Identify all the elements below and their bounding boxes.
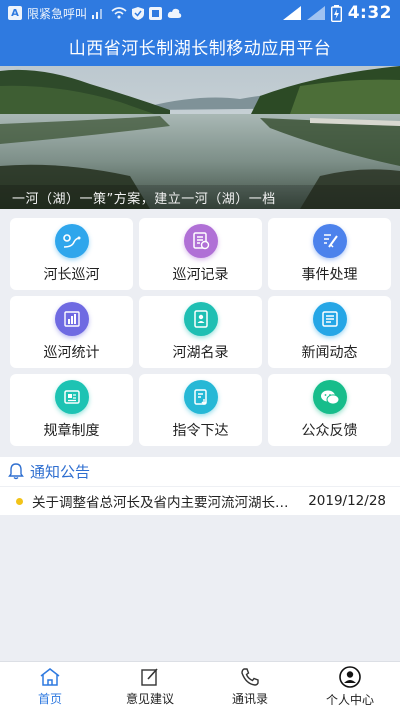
menu-river-patrol[interactable]: 河长巡河 (10, 218, 133, 290)
nav-label: 首页 (37, 691, 62, 706)
signal-strength-icon-2 (306, 6, 325, 20)
menu-label: 规章制度 (43, 423, 100, 439)
bar-chart-icon (54, 302, 89, 336)
nav-home[interactable]: 首页 (0, 662, 100, 711)
menu-event-handling[interactable]: 事件处理 (268, 218, 391, 290)
instruction-icon (183, 380, 218, 414)
notice-header: 通知公告 (0, 457, 400, 487)
notice-text: 关于调整省总河长及省内主要河流河湖长的通知 (32, 495, 294, 511)
notice-dot (16, 497, 23, 505)
menu-instruction-issuance[interactable]: 指令下达 (139, 374, 262, 446)
directory-icon (183, 302, 218, 336)
menu-public-feedback[interactable]: 公众反馈 (268, 374, 391, 446)
menu-label: 事件处理 (301, 267, 358, 283)
clock: 4:32 (347, 3, 392, 23)
news-icon (312, 302, 347, 336)
nav-contacts[interactable]: 通讯录 (200, 662, 300, 711)
phone-icon (241, 667, 259, 686)
notice-item[interactable]: 关于调整省总河长及省内主要河流河湖长的通知 2019/12/28 (0, 487, 400, 515)
menu-label: 河湖名录 (172, 345, 229, 361)
notice-title: 通知公告 (30, 463, 91, 481)
nav-label: 通讯录 (231, 691, 268, 706)
sim-icon: A (8, 6, 22, 20)
signal-strength-icon (282, 6, 301, 20)
nav-label: 意见建议 (125, 691, 174, 706)
nav-suggestions[interactable]: 意见建议 (100, 662, 200, 711)
function-menu-grid: 河长巡河 巡河记录 事件处理 巡河统计 河湖名录 新闻动态 规章制度 指令下达 … (10, 218, 391, 446)
menu-label: 公众反馈 (301, 423, 358, 439)
menu-news[interactable]: 新闻动态 (268, 296, 391, 368)
nav-label: 个人中心 (325, 692, 374, 707)
patrol-route-icon (54, 224, 89, 258)
menu-patrol-record[interactable]: 巡河记录 (139, 218, 262, 290)
menu-patrol-statistics[interactable]: 巡河统计 (10, 296, 133, 368)
banner-caption: 一河（湖）一策”方案，建立一河（湖）一档 (0, 185, 400, 209)
record-icon (183, 224, 218, 258)
menu-label: 巡河统计 (43, 345, 100, 361)
menu-label: 新闻动态 (301, 345, 358, 361)
signal-icon (92, 9, 103, 19)
banner-carousel[interactable]: 一河（湖）一策”方案，建立一河（湖）一档 (0, 66, 400, 209)
nav-profile[interactable]: 个人中心 (300, 662, 400, 711)
edit-icon (141, 667, 158, 686)
menu-label: 巡河记录 (172, 267, 229, 283)
menu-river-lake-directory[interactable]: 河湖名录 (139, 296, 262, 368)
menu-label: 河长巡河 (43, 267, 100, 283)
regulation-icon (54, 380, 89, 414)
home-icon (40, 667, 60, 686)
bottom-navigation: 首页 意见建议 通讯录 个人中心 (0, 661, 400, 711)
app-title-bar: 山西省河长制湖长制移动应用平台 (0, 26, 400, 66)
user-icon (339, 665, 361, 688)
bell-icon (8, 463, 24, 480)
menu-label: 指令下达 (172, 423, 229, 439)
menu-regulations[interactable]: 规章制度 (10, 374, 133, 446)
edit-check-icon (312, 224, 347, 258)
wifi-icon (111, 7, 127, 19)
cloud-icon (167, 8, 182, 18)
notification-icon (149, 6, 163, 20)
carrier-text: 限紧急呼叫 (27, 6, 88, 21)
wechat-icon (312, 380, 347, 414)
shield-icon (132, 6, 145, 20)
page-title: 山西省河长制湖长制移动应用平台 (68, 38, 332, 59)
battery-icon (330, 4, 342, 22)
status-bar: A 限紧急呼叫 4:32 (0, 0, 400, 26)
notice-date: 2019/12/28 (308, 493, 386, 509)
